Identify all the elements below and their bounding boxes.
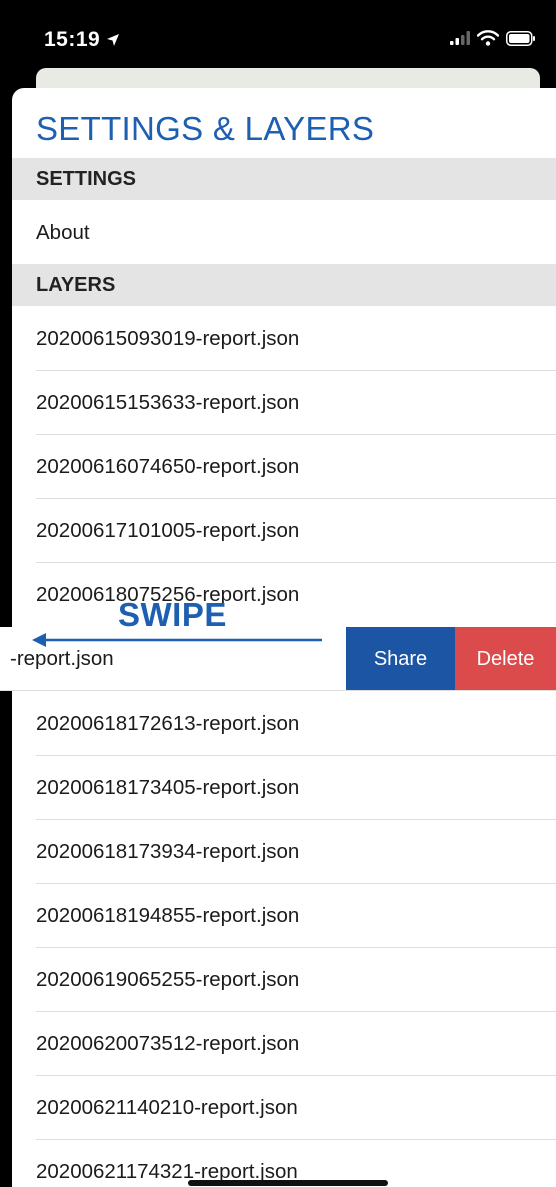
cellular-signal-icon [450,31,470,50]
layer-label: 20200618194855-report.json [36,904,300,927]
layer-row[interactable]: 20200618194855-report.json [12,883,556,948]
status-time: 15:19 [44,28,120,53]
row-divider [0,690,556,691]
layer-row[interactable]: 20200618173405-report.json [12,755,556,820]
time-label: 15:19 [44,28,101,51]
layer-row[interactable]: 20200615153633-report.json [12,370,556,435]
layer-label: 20200615093019-report.json [36,327,300,350]
layer-label: 20200621140210-report.json [36,1096,298,1119]
settings-section-header: SETTINGS [12,158,556,200]
delete-button[interactable]: Delete [455,627,556,691]
layer-label: 20200618172613-report.json [36,712,300,735]
about-label: About [36,221,90,244]
layer-label: 20200618173405-report.json [36,776,300,799]
layer-label: 20200615153633-report.json [36,391,300,414]
swipe-left-arrow-icon [30,630,325,655]
status-icons [450,30,536,51]
sheet-title: SETTINGS & LAYERS [36,110,375,147]
layer-row[interactable]: 20200615093019-report.json [12,306,556,371]
layer-row[interactable]: 20200618172613-report.json [12,691,556,756]
layer-row[interactable]: 20200621140210-report.json [12,1075,556,1140]
layer-label: 20200619065255-report.json [36,968,300,991]
layer-row[interactable]: 20200618075256-report.json [12,562,556,627]
layer-row[interactable]: 20200616074650-report.json [12,434,556,499]
swipe-annotation-label: SWIPE [118,596,227,633]
layers-section-header: LAYERS [12,264,556,306]
layer-row[interactable]: 20200618173934-report.json [12,819,556,884]
share-button[interactable]: Share [346,627,455,691]
wifi-icon [476,30,500,51]
battery-icon [506,30,536,51]
layer-label: 20200617101005-report.json [36,519,300,542]
layer-label: 20200620073512-report.json [36,1032,300,1055]
layer-row[interactable]: 20200619065255-report.json [12,947,556,1012]
layer-row[interactable]: 20200617101005-report.json [12,498,556,563]
about-row[interactable]: About [12,200,556,265]
home-indicator [188,1180,388,1186]
location-arrow-icon [106,29,120,53]
layer-label: 20200618173934-report.json [36,840,300,863]
layer-label: 20200616074650-report.json [36,455,300,478]
layer-row[interactable]: 20200620073512-report.json [12,1011,556,1076]
